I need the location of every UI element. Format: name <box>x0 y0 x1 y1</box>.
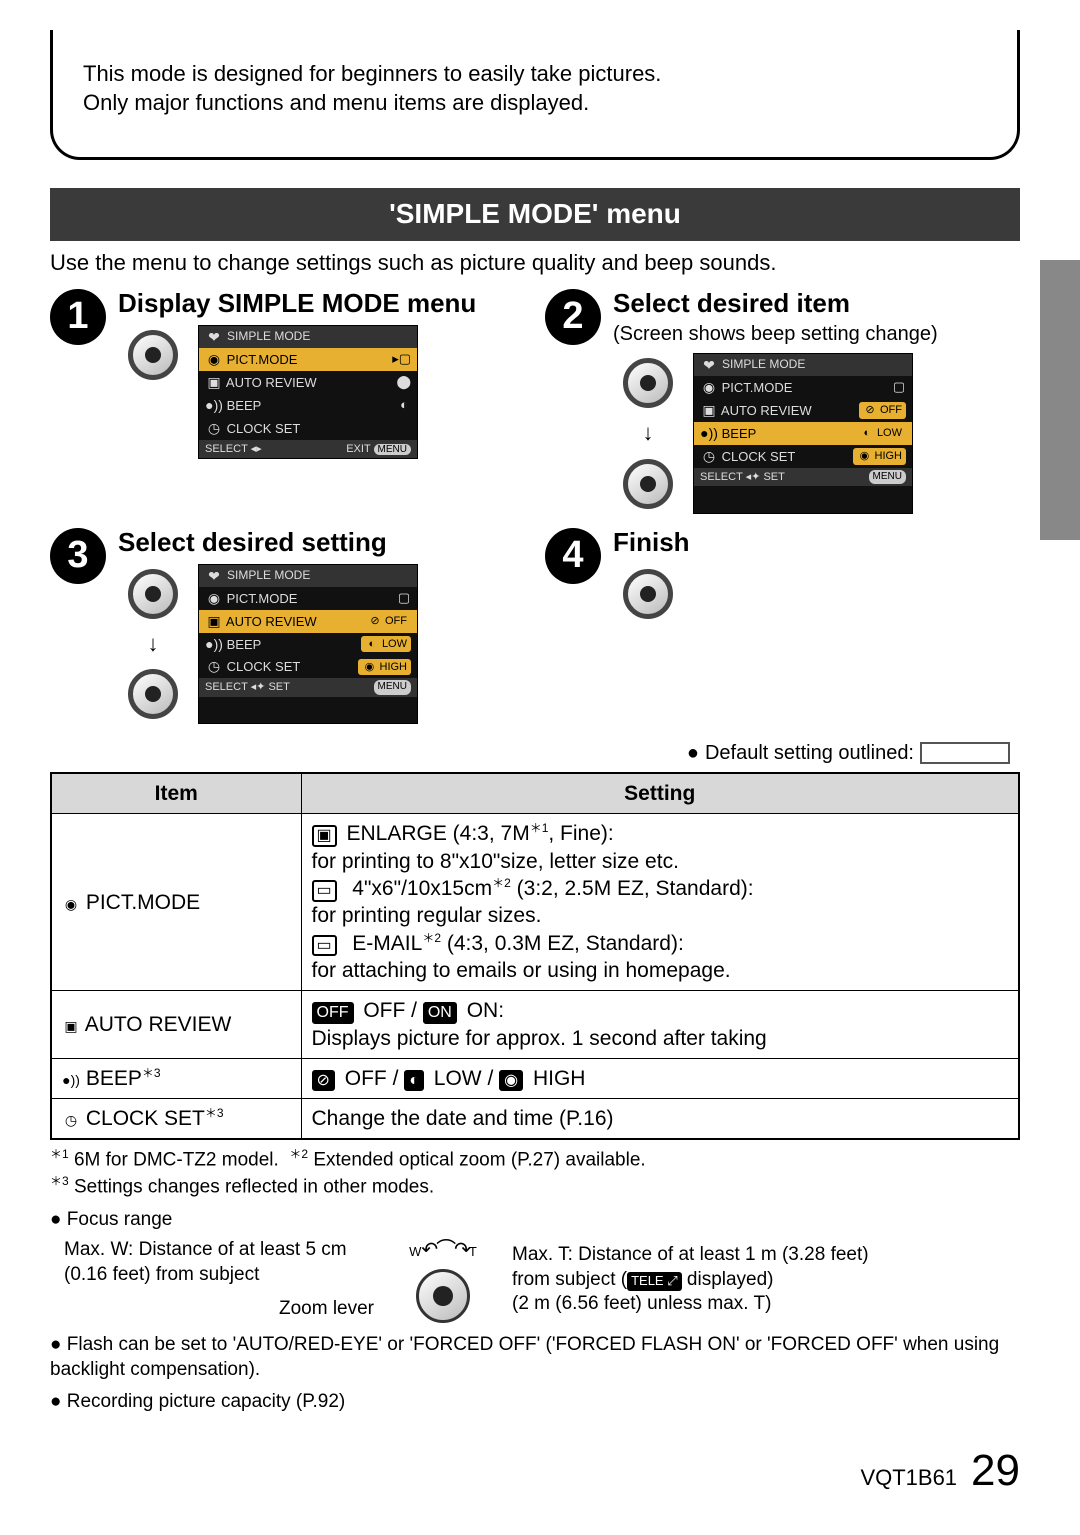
col-item: Item <box>51 773 301 814</box>
on-icon: ON <box>423 1002 457 1024</box>
step-1-title: Display SIMPLE MODE menu <box>118 289 525 319</box>
pict-icon: ◉ <box>205 350 223 368</box>
low-icon: ◐ <box>404 1070 424 1092</box>
step-3: 3 Select desired setting ↓ ❤SIMPLE MODE … <box>50 528 525 724</box>
lcd-screen-2: ❤SIMPLE MODE ◉ PICT.MODE▢ ▣ AUTO REVIEW⊘… <box>693 353 913 514</box>
page-number: 29 <box>971 1442 1020 1499</box>
focus-block: Max. W: Distance of at least 5 cm (0.16 … <box>64 1237 1020 1323</box>
heart-icon: ❤ <box>205 567 223 585</box>
pict-value-icon: ▸▢ <box>392 351 411 368</box>
dpad-icon <box>118 664 188 724</box>
review-icon: ▣ <box>700 401 718 419</box>
high-icon: ◉ <box>499 1070 523 1092</box>
step-number: 2 <box>545 289 601 345</box>
step-2-title: Select desired item <box>613 289 1020 319</box>
step-4-title: Finish <box>613 528 1020 558</box>
item-pictmode: ◉ PICT.MODE <box>51 814 301 991</box>
step-1: 1 Display SIMPLE MODE menu ❤SIMPLE MODE … <box>50 289 525 513</box>
size-icon: ▭ <box>312 880 337 902</box>
review-icon: ▣ <box>62 1017 80 1035</box>
doc-code: VQT1B61 <box>860 1464 957 1493</box>
vol-icon: ◐ <box>397 397 411 414</box>
setting-autoreview: OFF OFF / ON ON: Displays picture for ap… <box>301 991 1019 1059</box>
beep-icon: ●)) <box>205 396 223 414</box>
on-icon: ⬤ <box>396 374 411 391</box>
step-3-title: Select desired setting <box>118 528 525 558</box>
pict-icon: ◉ <box>62 895 80 913</box>
zoom-lever-icon: W↶⌒↷T <box>388 1237 498 1323</box>
intro-line1: This mode is designed for beginners to e… <box>83 60 987 89</box>
step-number: 1 <box>50 289 106 345</box>
dpad-icon <box>613 454 683 514</box>
menu-description: Use the menu to change settings such as … <box>50 249 1020 278</box>
dpad-icon <box>613 353 683 413</box>
off-icon: ⊘ <box>312 1070 335 1092</box>
bullet-capacity: ● Recording picture capacity (P.92) <box>50 1390 1020 1415</box>
dpad-icon <box>118 564 188 624</box>
section-title: 'SIMPLE MODE' menu <box>50 188 1020 240</box>
step-4: 4 Finish <box>545 528 1020 724</box>
down-arrow-icon: ↓ <box>148 630 159 659</box>
col-setting: Setting <box>301 773 1019 814</box>
email-icon: ▭ <box>312 935 337 957</box>
item-autoreview: ▣ AUTO REVIEW <box>51 991 301 1059</box>
zoom-lever-label: Zoom lever <box>64 1297 374 1322</box>
focus-heading: ● Focus range <box>50 1208 1020 1233</box>
intro-box: This mode is designed for beginners to e… <box>50 30 1020 160</box>
table-row: ◉ PICT.MODE ▣ ENLARGE (4:3, 7M＊1, Fine):… <box>51 814 1019 991</box>
beep-icon: ●)) <box>205 635 223 653</box>
lcd-screen-3: ❤SIMPLE MODE ◉ PICT.MODE▢ ▣ AUTO REVIEW⊘… <box>198 564 418 725</box>
table-row: ▣ AUTO REVIEW OFF OFF / ON ON: Displays … <box>51 991 1019 1059</box>
steps-grid: 1 Display SIMPLE MODE menu ❤SIMPLE MODE … <box>50 289 1020 724</box>
pict-icon: ◉ <box>700 378 718 396</box>
settings-table: Item Setting ◉ PICT.MODE ▣ ENLARGE (4:3,… <box>50 772 1020 1140</box>
val-icon: ▢ <box>892 379 906 396</box>
table-row: ◷ CLOCK SET＊3 Change the date and time (… <box>51 1099 1019 1140</box>
clock-icon: ◷ <box>205 657 223 675</box>
setting-beep: ⊘ OFF / ◐ LOW / ◉ HIGH <box>301 1058 1019 1098</box>
outline-sample <box>920 742 1010 764</box>
review-icon: ▣ <box>205 373 223 391</box>
tele-chip: TELE ⤢ <box>627 1272 682 1291</box>
clock-icon: ◷ <box>205 419 223 437</box>
pict-icon: ◉ <box>205 589 223 607</box>
down-arrow-icon: ↓ <box>643 419 654 448</box>
review-icon: ▣ <box>205 612 223 630</box>
step-2-sub: (Screen shows beep setting change) <box>613 321 1020 347</box>
page-footer: VQT1B61 29 <box>860 1442 1020 1499</box>
footnotes: ＊1 6M for DMC-TZ2 model. ＊2 Extended opt… <box>50 1146 1020 1200</box>
setting-pictmode: ▣ ENLARGE (4:3, 7M＊1, Fine): for printin… <box>301 814 1019 991</box>
clock-icon: ◷ <box>700 447 718 465</box>
bullet-flash: ● Flash can be set to 'AUTO/RED-EYE' or … <box>50 1333 1020 1382</box>
step-number: 4 <box>545 528 601 584</box>
setting-clockset: Change the date and time (P.16) <box>301 1099 1019 1140</box>
beep-icon: ●)) <box>700 424 718 442</box>
heart-icon: ❤ <box>700 356 718 374</box>
dpad-icon <box>118 325 188 385</box>
default-legend: ● Default setting outlined: <box>50 740 1010 766</box>
table-row: ●)) BEEP＊3 ⊘ OFF / ◐ LOW / ◉ HIGH <box>51 1058 1019 1098</box>
heart-icon: ❤ <box>205 328 223 346</box>
clock-icon: ◷ <box>62 1111 80 1129</box>
val-icon: ▢ <box>397 590 411 607</box>
lcd-screen-1: ❤SIMPLE MODE ◉ PICT.MODE▸▢ ▣ AUTO REVIEW… <box>198 325 418 459</box>
bullet-icon: ● <box>687 740 699 766</box>
side-tab <box>1040 260 1080 540</box>
step-2: 2 Select desired item (Screen shows beep… <box>545 289 1020 513</box>
item-clockset: ◷ CLOCK SET＊3 <box>51 1099 301 1140</box>
dpad-icon <box>613 564 683 624</box>
enlarge-icon: ▣ <box>312 825 337 847</box>
step-number: 3 <box>50 528 106 584</box>
off-icon: OFF <box>312 1002 354 1024</box>
intro-line2: Only major functions and menu items are … <box>83 89 987 118</box>
item-beep: ●)) BEEP＊3 <box>51 1058 301 1098</box>
beep-icon: ●)) <box>62 1071 80 1089</box>
